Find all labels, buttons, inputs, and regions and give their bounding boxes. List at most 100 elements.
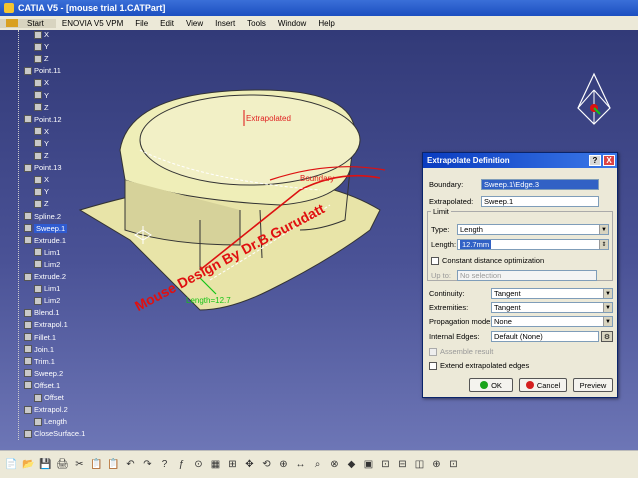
toolbar-icon[interactable]: ▦ [208, 457, 223, 472]
extend-edges-option[interactable]: Extend extrapolated edges [429, 361, 529, 370]
menu-help[interactable]: Help [312, 19, 340, 28]
tree-item[interactable]: Lim1 [34, 284, 60, 293]
tree-item[interactable]: Y [34, 42, 49, 51]
menu-enovia[interactable]: ENOVIA V5 VPM [56, 19, 129, 28]
tree-item-label: Sweep.2 [34, 368, 64, 378]
toolbar-icon[interactable]: 📂 [21, 457, 36, 472]
tree-item[interactable]: Extrude.2 [24, 272, 66, 281]
tree-item[interactable]: Blend.1 [24, 308, 59, 317]
tree-item[interactable]: Join.1 [24, 345, 54, 354]
preview-button[interactable]: Preview [573, 378, 613, 392]
toolbar-icon[interactable]: ↔ [293, 457, 308, 472]
constant-distance-option[interactable]: Constant distance optimization [431, 256, 544, 265]
boundary-field[interactable]: Sweep.1\Edge.3 [481, 179, 599, 190]
length-field[interactable]: 12.7mm ⇕ [457, 239, 609, 250]
tree-item-label: X [44, 30, 50, 39]
menu-file[interactable]: File [129, 19, 154, 28]
tree-item[interactable]: Sweep.2 [24, 369, 63, 378]
tree-item[interactable]: Extrude.1 [24, 236, 66, 245]
toolbar-icon[interactable]: ? [157, 457, 172, 472]
tree-item[interactable]: Point.11 [24, 66, 61, 75]
tree-item[interactable]: Offset [34, 393, 64, 402]
toolbar-icon[interactable]: ◆ [344, 457, 359, 472]
toolbar-icon[interactable]: 📋 [106, 457, 121, 472]
toolbar-icon[interactable]: ⊟ [395, 457, 410, 472]
specification-tree[interactable]: X Y Z Point.11 X Y Z Point.12 X Y Z Point.13 X Y Z Spli… [6, 30, 96, 450]
tree-item[interactable]: Offset.1 [24, 381, 60, 390]
toolbar-icon[interactable]: ⊗ [327, 457, 342, 472]
tree-item[interactable]: X [34, 30, 49, 39]
tree-item[interactable]: Point.13 [24, 163, 62, 172]
menu-edit[interactable]: Edit [154, 19, 180, 28]
toolbar-icon[interactable]: ↶ [123, 457, 138, 472]
spinner-icon[interactable]: ⇕ [599, 240, 608, 249]
tree-item[interactable]: Extrapol.1 [24, 320, 68, 329]
tree-item[interactable]: Z [34, 199, 49, 208]
chevron-down-icon[interactable]: ▼ [603, 289, 612, 298]
menu-tools[interactable]: Tools [241, 19, 272, 28]
toolbar-icon[interactable]: ✥ [242, 457, 257, 472]
toolbar-icon[interactable]: 📋 [89, 457, 104, 472]
edit-list-icon[interactable]: ⚙ [601, 331, 613, 342]
toolbar-icon[interactable]: ⊕ [429, 457, 444, 472]
ok-button[interactable]: OK [469, 378, 513, 392]
type-combo[interactable]: Length ▼ [457, 224, 609, 235]
tree-item[interactable]: X [34, 127, 49, 136]
tree-item-label: Trim.1 [34, 356, 55, 366]
checkbox-icon[interactable] [429, 361, 437, 370]
chevron-down-icon[interactable]: ▼ [603, 303, 612, 312]
toolbar-icon[interactable]: ◫ [412, 457, 427, 472]
chevron-down-icon[interactable]: ▼ [599, 225, 608, 234]
toolbar-icon[interactable]: ⊕ [276, 457, 291, 472]
tree-item[interactable]: CloseSurface.1 [24, 429, 85, 438]
tree-item[interactable]: Y [34, 139, 49, 148]
tree-item[interactable]: X [34, 78, 49, 87]
tree-item[interactable]: Spline.2 [24, 212, 61, 221]
tree-item[interactable]: Y [34, 91, 49, 100]
menu-view[interactable]: View [180, 19, 209, 28]
toolbar-icon[interactable]: ↷ [140, 457, 155, 472]
tree-item[interactable]: Sweep.1 [24, 223, 68, 233]
chevron-down-icon[interactable]: ▼ [603, 317, 612, 326]
type-label: Type: [431, 225, 450, 234]
tree-item[interactable]: Lim1 [34, 248, 60, 257]
tree-item[interactable]: Trim.1 [24, 357, 55, 366]
tree-item[interactable]: Y [34, 187, 49, 196]
toolbar-icon[interactable]: ⊡ [378, 457, 393, 472]
propagation-combo[interactable]: None ▼ [491, 316, 613, 327]
extremities-combo[interactable]: Tangent ▼ [491, 302, 613, 313]
tree-item[interactable]: Z [34, 151, 49, 160]
toolbar-icon[interactable]: ⊙ [191, 457, 206, 472]
menu-window[interactable]: Window [272, 19, 312, 28]
close-button[interactable]: X [603, 155, 615, 166]
toolbar-icon[interactable]: ✂ [72, 457, 87, 472]
checkbox-icon[interactable] [431, 256, 439, 265]
help-button[interactable]: ? [589, 155, 601, 166]
toolbar-icon[interactable]: 📄 [4, 457, 19, 472]
continuity-combo[interactable]: Tangent ▼ [491, 288, 613, 299]
toolbar-icon[interactable]: ⊞ [225, 457, 240, 472]
cancel-button[interactable]: Cancel [519, 378, 567, 392]
toolbar-icon[interactable]: ƒ [174, 457, 189, 472]
toolbar-icon[interactable]: 🖨 [55, 457, 70, 472]
tree-item[interactable]: Extrapol.2 [24, 405, 68, 414]
menu-start[interactable]: Start [0, 18, 56, 28]
tree-item[interactable]: Length [34, 417, 67, 426]
tree-item[interactable]: Lim2 [34, 260, 60, 269]
compass-icon[interactable] [570, 70, 618, 132]
tree-item-label: Lim2 [44, 296, 61, 306]
tree-item[interactable]: X [34, 175, 49, 184]
toolbar-icon[interactable]: ⌕ [310, 457, 325, 472]
toolbar-icon[interactable]: ▣ [361, 457, 376, 472]
toolbar-icon[interactable]: 💾 [38, 457, 53, 472]
extrapolated-field[interactable]: Sweep.1 [481, 196, 599, 207]
tree-item[interactable]: Z [34, 54, 49, 63]
menu-insert[interactable]: Insert [209, 19, 241, 28]
internal-edges-field[interactable]: Default (None) [491, 331, 599, 342]
tree-item[interactable]: Point.12 [24, 115, 62, 124]
tree-item[interactable]: Lim2 [34, 296, 60, 305]
tree-item[interactable]: Fillet.1 [24, 333, 56, 342]
toolbar-icon[interactable]: ⊡ [446, 457, 461, 472]
tree-item[interactable]: Z [34, 103, 49, 112]
toolbar-icon[interactable]: ⟲ [259, 457, 274, 472]
